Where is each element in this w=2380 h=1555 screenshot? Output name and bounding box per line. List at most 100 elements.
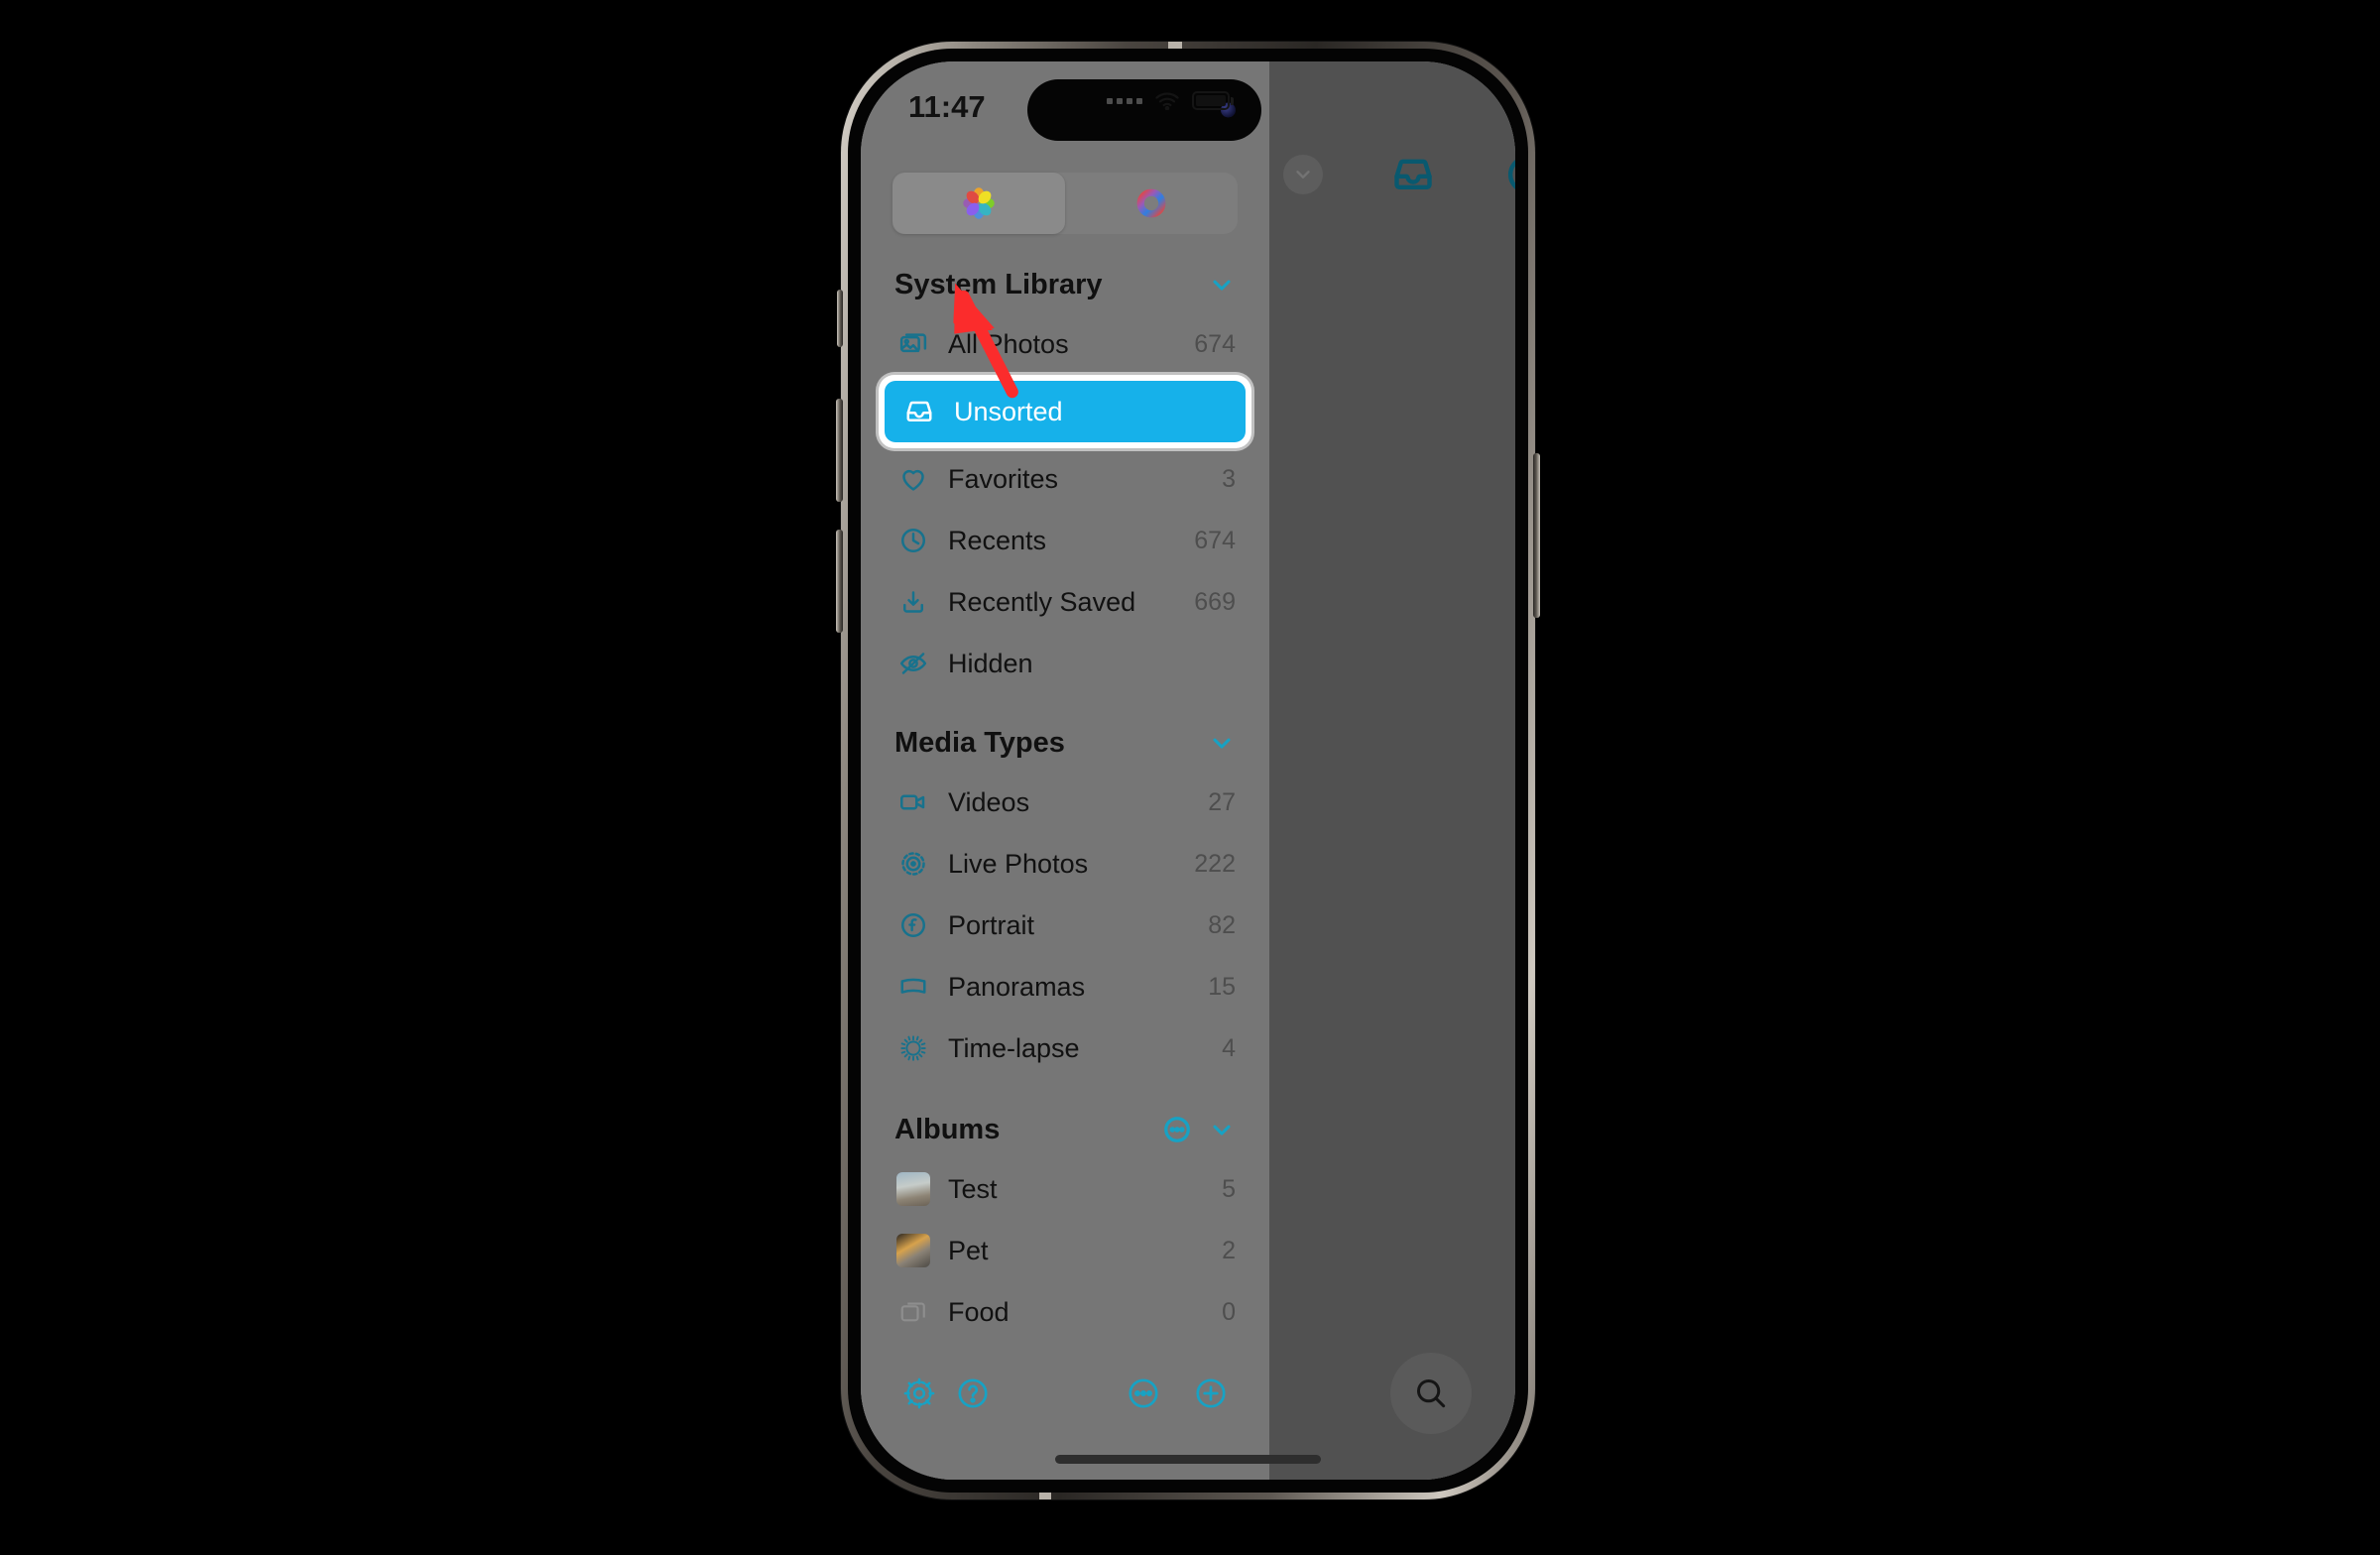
photos-app: J H <box>861 61 1515 1480</box>
item-count: 0 <box>1222 1297 1236 1326</box>
sidebar-item-videos[interactable]: Videos 27 <box>861 772 1269 833</box>
item-count: 674 <box>1194 329 1236 358</box>
sidebar-item-recently-saved[interactable]: Recently Saved 669 <box>861 571 1269 633</box>
more-circle-icon[interactable] <box>1162 1115 1192 1144</box>
album-thumbnail <box>894 1234 932 1267</box>
sidebar-item-portrait[interactable]: Portrait 82 <box>861 895 1269 956</box>
status-clock: 11:47 <box>908 89 986 124</box>
item-count: 27 <box>1208 787 1236 816</box>
item-count: 222 <box>1194 849 1236 878</box>
search-icon <box>1416 1378 1446 1408</box>
timelapse-icon <box>894 1033 932 1063</box>
sidebar-item-time-lapse[interactable]: Time-lapse 4 <box>861 1017 1269 1079</box>
iphone-device-frame: J H <box>836 42 1540 1499</box>
sidebar-item-hidden[interactable]: Hidden <box>861 633 1269 694</box>
panorama-icon <box>894 972 932 1002</box>
chevron-down-icon[interactable] <box>1208 271 1236 299</box>
item-count: 674 <box>1194 526 1236 554</box>
sidebar-item-album-food[interactable]: Food 0 <box>861 1281 1269 1343</box>
screenshot-root: J H <box>0 0 2380 1555</box>
antenna-band-bottom <box>1039 1493 1051 1499</box>
section-header-media-types[interactable]: Media Types <box>861 714 1269 772</box>
mute-switch[interactable] <box>837 290 843 347</box>
inbox-tray-icon <box>900 397 938 426</box>
sidebar-list[interactable]: System Library All Photos 674 Unsorted F… <box>861 256 1269 1409</box>
status-indicators <box>1107 91 1234 110</box>
item-label: Favorites <box>948 463 1059 494</box>
selection-highlight-box: Unsorted <box>879 375 1251 448</box>
power-button[interactable] <box>1533 453 1540 618</box>
settings-button[interactable] <box>892 1367 946 1420</box>
more-button[interactable] <box>1117 1367 1170 1420</box>
item-label: Unsorted <box>954 396 1063 426</box>
selected-row[interactable]: Unsorted <box>885 381 1246 442</box>
photos-flower-icon <box>963 187 995 219</box>
battery-icon <box>1192 91 1234 110</box>
help-button[interactable] <box>946 1367 1000 1420</box>
live-photo-icon <box>894 849 932 879</box>
empty-album-icon <box>894 1297 932 1327</box>
clock-icon <box>894 526 932 555</box>
video-camera-icon <box>894 787 932 817</box>
eye-slash-icon <box>894 649 932 678</box>
item-label: Hidden <box>948 648 1033 678</box>
item-count: 5 <box>1222 1174 1236 1203</box>
item-label: Portrait <box>948 909 1035 940</box>
item-count: 15 <box>1208 972 1236 1001</box>
sidebar-item-recents[interactable]: Recents 674 <box>861 510 1269 571</box>
album-thumbnail <box>894 1172 932 1206</box>
volume-down-button[interactable] <box>836 530 843 633</box>
signal-dots-icon <box>1107 97 1142 104</box>
status-bar: 11:47 <box>861 61 1269 149</box>
inbox-button[interactable] <box>1390 153 1436 201</box>
phone-screen: J H <box>861 61 1515 1480</box>
section-title: Media Types <box>894 726 1065 759</box>
item-label: Live Photos <box>948 848 1089 879</box>
sidebar: 11:47 System Library All Photos 674 Unso… <box>861 61 1269 1480</box>
sidebar-item-album-test[interactable]: Test 5 <box>861 1158 1269 1220</box>
section-header-system-library[interactable]: System Library <box>861 256 1269 313</box>
chevron-down-icon[interactable] <box>1208 729 1236 757</box>
item-label: Test <box>948 1173 998 1204</box>
section-header-albums[interactable]: Albums <box>861 1101 1269 1158</box>
photo-stack-icon <box>894 329 932 359</box>
add-button[interactable] <box>1184 1367 1238 1420</box>
photos-library-tab[interactable] <box>892 173 1065 234</box>
search-button[interactable] <box>1390 1353 1472 1434</box>
sidebar-item-live-photos[interactable]: Live Photos 222 <box>861 833 1269 895</box>
select-button[interactable] <box>1505 153 1515 201</box>
antenna-band-top <box>1168 42 1182 49</box>
download-box-icon <box>894 587 932 617</box>
collapse-button[interactable] <box>1283 155 1323 194</box>
sidebar-item-unsorted[interactable]: Unsorted <box>861 375 1269 448</box>
sidebar-item-album-pet[interactable]: Pet 2 <box>861 1220 1269 1281</box>
secondary-library-tab[interactable] <box>1065 173 1238 234</box>
item-label: Time-lapse <box>948 1032 1080 1063</box>
item-count: 2 <box>1222 1236 1236 1264</box>
sidebar-item-all-photos[interactable]: All Photos 674 <box>861 313 1269 375</box>
library-tab-switcher <box>892 173 1238 234</box>
color-ring-icon <box>1136 188 1166 218</box>
item-label: Food <box>948 1296 1010 1327</box>
section-title: Albums <box>894 1113 1001 1145</box>
item-label: Panoramas <box>948 971 1086 1002</box>
wifi-icon <box>1155 92 1179 110</box>
item-label: Recents <box>948 525 1047 555</box>
item-label: Recently Saved <box>948 586 1136 617</box>
sidebar-item-favorites[interactable]: Favorites 3 <box>861 448 1269 510</box>
heart-icon <box>894 464 932 494</box>
item-count: 669 <box>1194 587 1236 616</box>
device-bezel: J H <box>848 49 1528 1493</box>
item-label: All Photos <box>948 328 1069 359</box>
sidebar-item-panoramas[interactable]: Panoramas 15 <box>861 956 1269 1017</box>
aperture-f-icon <box>894 910 932 940</box>
dynamic-island <box>1027 79 1261 141</box>
item-count: 82 <box>1208 910 1236 939</box>
sidebar-toolbar <box>861 1363 1269 1424</box>
chevron-down-icon[interactable] <box>1208 1116 1236 1143</box>
item-count: 4 <box>1222 1033 1236 1062</box>
volume-up-button[interactable] <box>836 399 843 502</box>
item-label: Videos <box>948 786 1030 817</box>
item-count: 3 <box>1222 464 1236 493</box>
home-indicator <box>1055 1455 1321 1464</box>
